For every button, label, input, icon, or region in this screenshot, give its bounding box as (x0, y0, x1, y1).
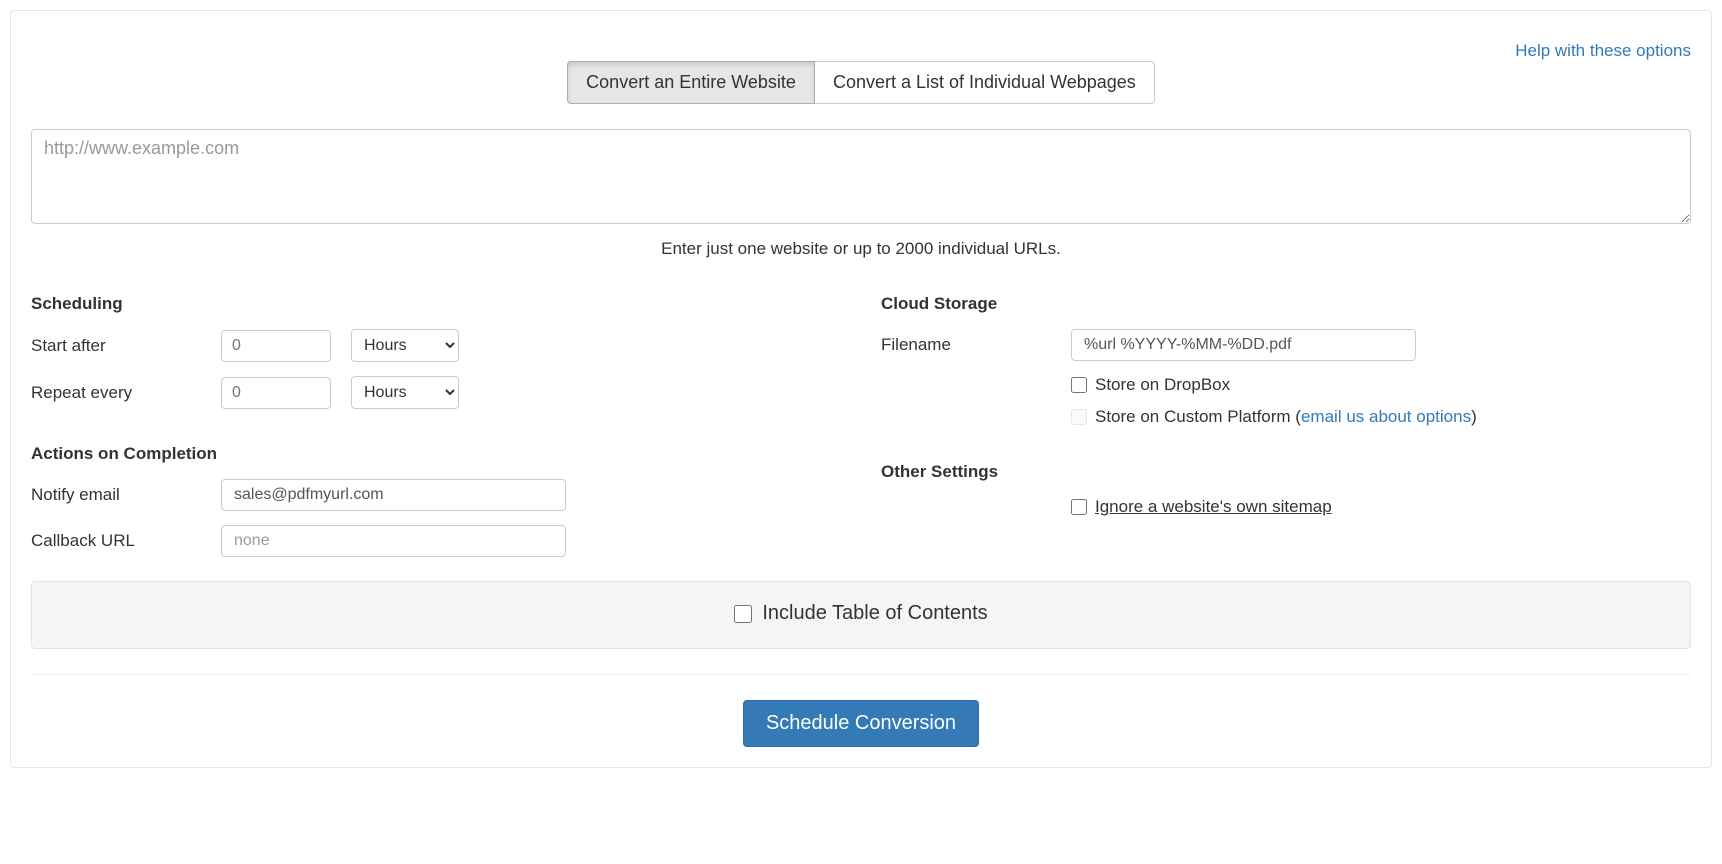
custom-platform-checkbox (1071, 409, 1087, 425)
actions-header: Actions on Completion (31, 444, 841, 464)
notify-email-label: Notify email (31, 485, 221, 505)
custom-platform-label: Store on Custom Platform (email us about… (1095, 407, 1477, 427)
cloud-header: Cloud Storage (881, 294, 1691, 314)
url-input-container (31, 129, 1691, 229)
start-after-input[interactable] (221, 330, 331, 362)
callback-url-input[interactable] (221, 525, 566, 557)
toc-checkbox[interactable] (734, 605, 752, 623)
repeat-every-unit-select[interactable]: Hours (351, 376, 459, 409)
dropbox-checkbox[interactable] (1071, 377, 1087, 393)
filename-label: Filename (881, 335, 1071, 355)
ignore-sitemap-checkbox[interactable] (1071, 499, 1087, 515)
repeat-every-input[interactable] (221, 377, 331, 409)
schedule-conversion-button[interactable]: Schedule Conversion (743, 700, 979, 747)
tab-convert-entire-website[interactable]: Convert an Entire Website (567, 61, 815, 104)
scheduling-header: Scheduling (31, 294, 841, 314)
toc-label: Include Table of Contents (762, 602, 987, 625)
email-options-link[interactable]: email us about options (1301, 407, 1471, 426)
mode-tabs: Convert an Entire Website Convert a List… (31, 61, 1691, 104)
help-link[interactable]: Help with these options (1515, 41, 1691, 61)
other-header: Other Settings (881, 462, 1691, 482)
notify-email-input[interactable] (221, 479, 566, 511)
url-helper-text: Enter just one website or up to 2000 ind… (31, 239, 1691, 259)
left-column: Scheduling Start after Hours Repeat ever… (31, 294, 841, 571)
url-textarea[interactable] (31, 129, 1691, 224)
start-after-label: Start after (31, 336, 221, 356)
repeat-every-label: Repeat every (31, 383, 221, 403)
divider (31, 674, 1691, 675)
tab-convert-list-webpages[interactable]: Convert a List of Individual Webpages (815, 61, 1155, 104)
callback-url-label: Callback URL (31, 531, 221, 551)
toc-banner: Include Table of Contents (31, 581, 1691, 649)
right-column: Cloud Storage Filename Store on DropBox … (881, 294, 1691, 571)
dropbox-label: Store on DropBox (1095, 375, 1230, 395)
settings-panel: Help with these options Convert an Entir… (10, 10, 1712, 768)
filename-input[interactable] (1071, 329, 1416, 361)
ignore-sitemap-label: Ignore a website's own sitemap (1095, 497, 1332, 517)
start-after-unit-select[interactable]: Hours (351, 329, 459, 362)
